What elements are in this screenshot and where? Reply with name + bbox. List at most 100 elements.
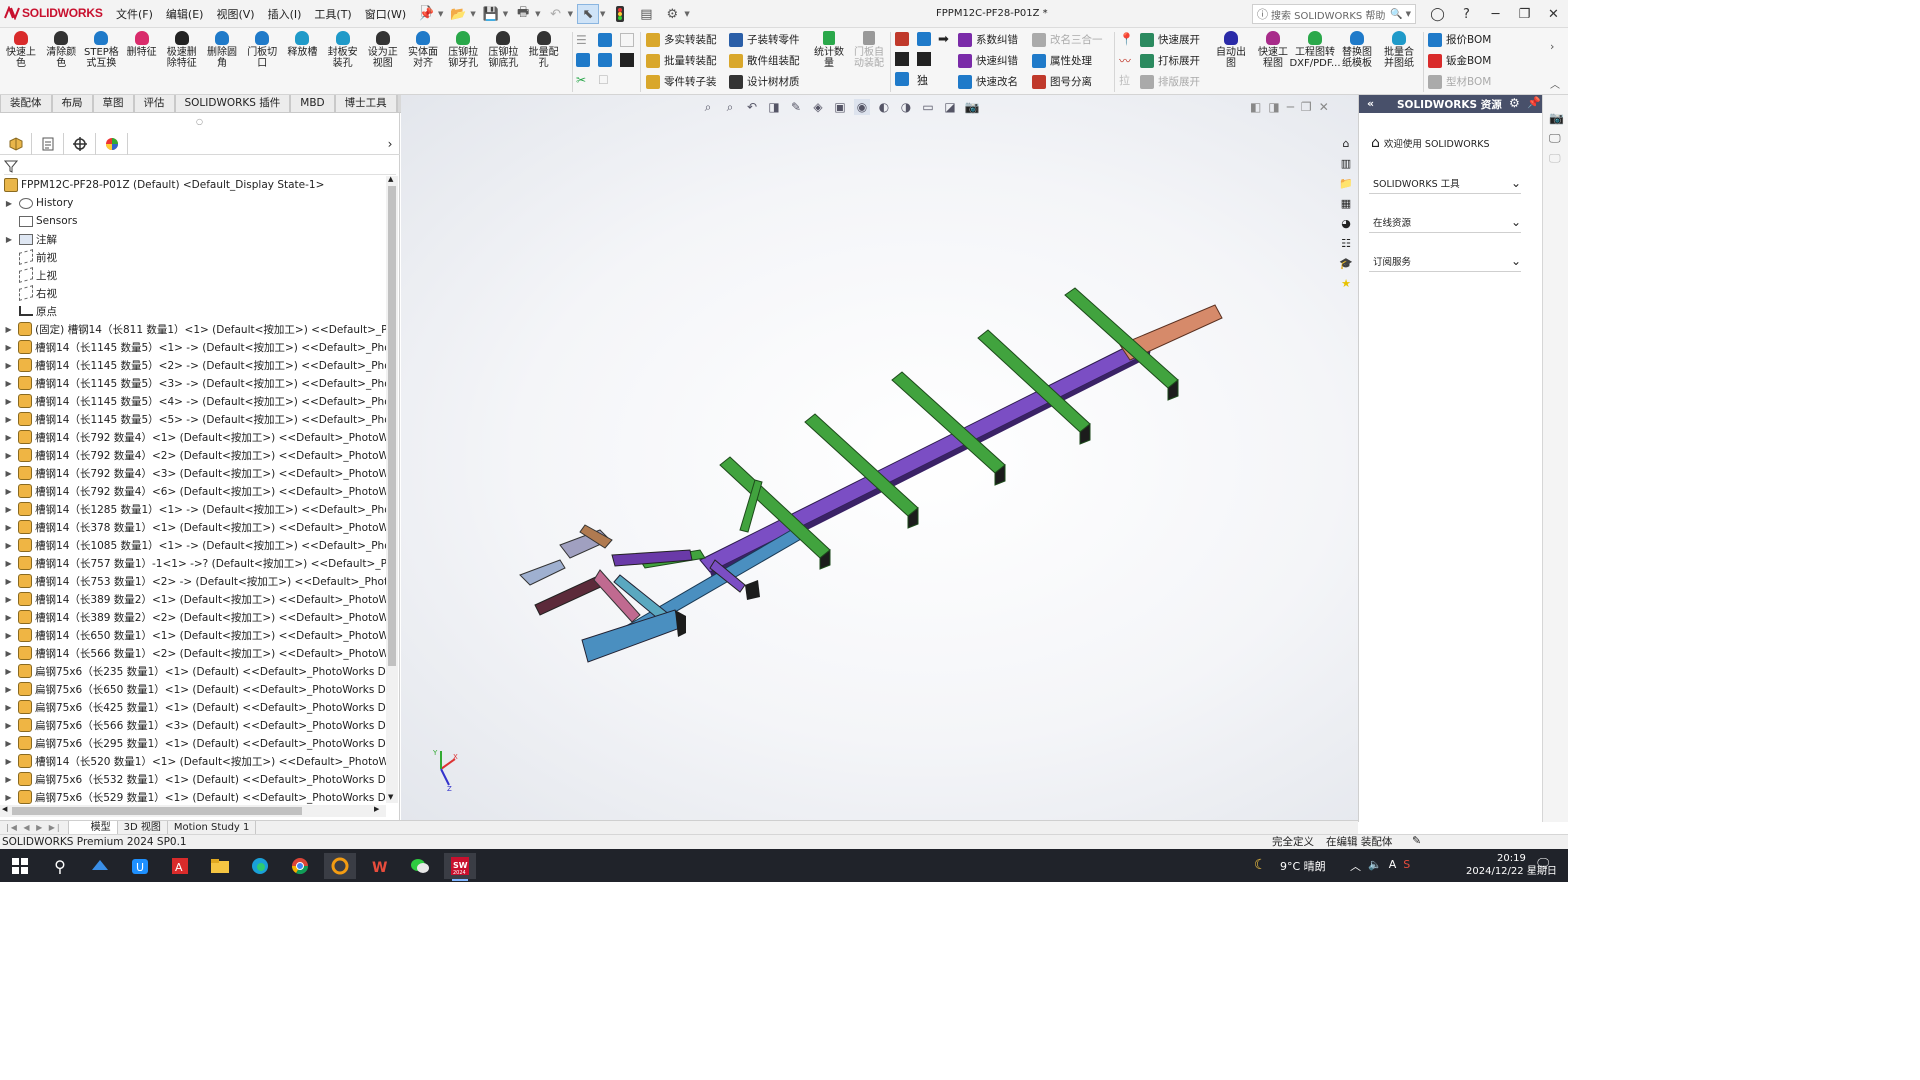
profile-bom-button[interactable]: 型材BOM (1428, 72, 1491, 91)
delete-feature-button[interactable]: 删特征 (123, 31, 161, 58)
zoom-to-area-icon[interactable]: ⌕ (722, 99, 738, 115)
fast-delete-button[interactable]: 极速删 除特征 (163, 31, 201, 69)
scissor-icon[interactable]: ✂ (576, 73, 590, 87)
minimize-button[interactable]: ─ (1481, 7, 1510, 22)
tree-root-assembly[interactable]: FPPM12C-PF28-P01Z (Default) <Default_Dis… (0, 176, 386, 194)
tree-node[interactable]: ▶ 扁钢75x6（长532 数量1）<1> (Default) <<Default… (0, 770, 386, 788)
view-palette-icon[interactable]: ▦ (1336, 195, 1356, 212)
tree-node[interactable]: ▶ 槽钢14（长792 数量4）<1> (Default<按加工>) <<Defa… (0, 428, 386, 446)
align-left-icon[interactable]: ☰ (576, 33, 590, 47)
red-tool-icon[interactable] (895, 32, 909, 46)
tree-node[interactable]: ▶ 扁钢75x6（长295 数量1）<1> (Default) <<Default… (0, 734, 386, 752)
save-dropdown-icon[interactable]: ▼ (503, 10, 508, 18)
expand-arrow-icon[interactable]: ▶ (4, 595, 13, 604)
auto-drawing-button[interactable]: 自动出图 (1212, 31, 1250, 69)
display-style-icon[interactable]: ▣ (832, 99, 848, 115)
assembly-model-3d[interactable] (401, 95, 1358, 822)
view-orientation-icon[interactable]: ◈ (810, 99, 826, 115)
frame-icon[interactable] (620, 33, 634, 47)
weather-moon-icon[interactable]: ☾ (1254, 857, 1267, 873)
drawing-split-button[interactable]: 图号分离 (1032, 72, 1092, 91)
property-button[interactable]: 属性处理 (1032, 51, 1092, 70)
quick-rename-button[interactable]: 快速改名 (958, 72, 1018, 91)
custom-properties-icon[interactable]: ☷ (1336, 235, 1356, 252)
export-icon[interactable] (917, 32, 931, 46)
expand-arrow-icon[interactable]: ▶ (4, 415, 13, 424)
pin-red-icon[interactable]: 📍 (1119, 32, 1134, 46)
tab-item[interactable]: 评估 (133, 95, 175, 113)
expand-arrow-icon[interactable]: ▶ (4, 631, 13, 640)
quote-bom-button[interactable]: 报价BOM (1428, 30, 1491, 49)
disabled-tool-icon[interactable]: ☐ (598, 73, 612, 87)
taskbar-search-icon[interactable]: ⚲ (44, 853, 76, 879)
view-settings-icon[interactable]: ▭ (920, 99, 936, 115)
menu-window[interactable]: 窗口(W) (365, 6, 406, 22)
collapse-pane-icon[interactable]: « (1367, 97, 1374, 110)
tree-node[interactable]: ▶ 槽钢14（长389 数量2）<1> (Default<按加工>) <<Defa… (0, 590, 386, 608)
tree-node[interactable]: ▶ 扁钢75x6（长529 数量1）<1> (Default) <<Default… (0, 788, 386, 806)
expand-arrow-icon[interactable]: ▶ (4, 199, 14, 208)
notification-icon[interactable]: 🗨 (1535, 857, 1552, 872)
expand-arrow-icon[interactable]: ▶ (4, 667, 13, 676)
count-button[interactable]: 统计数量 (810, 31, 848, 69)
tab-item[interactable]: 装配体 (0, 95, 52, 113)
batch-hole-button[interactable]: 批量配孔 (525, 31, 563, 69)
expand-arrow-icon[interactable]: ▶ (4, 361, 13, 370)
rivet-bottom-button[interactable]: 压铆拉 铆底孔 (484, 31, 522, 69)
file-properties-icon[interactable]: ▤ (635, 4, 657, 24)
tree-node[interactable]: ▶ 槽钢14（长792 数量4）<3> (Default<按加工>) <<Defa… (0, 464, 386, 482)
blue-tool-icon[interactable] (895, 72, 909, 86)
undo-dropdown-icon[interactable]: ▼ (568, 10, 573, 18)
edge-browser-icon[interactable] (244, 853, 276, 879)
single-char-icon[interactable]: 独 (917, 72, 931, 87)
wave-icon[interactable]: 〰 (1119, 52, 1133, 68)
menu-file[interactable]: 文件(F) (116, 6, 153, 22)
property-manager-tab-icon[interactable] (32, 132, 64, 155)
chrome-browser-icon[interactable] (284, 853, 316, 879)
ribbon-overflow-icon[interactable]: › (1550, 40, 1554, 53)
tree-node[interactable]: 前视 (0, 248, 386, 266)
tree-node[interactable]: 右视 (0, 284, 386, 302)
open-document-icon[interactable]: 📂 (447, 4, 469, 24)
configuration-manager-tab-icon[interactable] (64, 132, 96, 155)
tree-node[interactable]: ▶ 槽钢14（长1145 数量5）<3> -> (Default<按加工>) <<… (0, 374, 386, 392)
status-options-icon[interactable]: ✎ (1412, 834, 1421, 848)
part-subasm-button[interactable]: 零件转子装 (646, 72, 717, 91)
expand-arrow-icon[interactable]: ▶ (4, 721, 13, 730)
rename-3in1-button[interactable]: 改名三合一 (1032, 30, 1103, 49)
camera-icon[interactable]: 📷 (1549, 111, 1564, 125)
tree-node[interactable]: ▶ 槽钢14（长1145 数量5）<2> -> (Default<按加工>) <<… (0, 356, 386, 374)
solidworks-forum-icon[interactable]: ★ (1336, 275, 1356, 292)
tree-scroll-thumb[interactable] (388, 186, 396, 666)
arrow-right-icon[interactable]: ➡ (938, 32, 949, 47)
design-library-icon[interactable]: ▥ (1336, 155, 1356, 172)
pane-options-gear-icon[interactable]: ⚙ (1509, 96, 1520, 110)
tree-horizontal-scrollbar[interactable]: ◀ ▶ (0, 805, 386, 817)
quick-drawing-button[interactable]: 快速工 程图 (1254, 31, 1292, 69)
task-pane-section-solidworks[interactable]: SOLIDWORKS 工具 ⌄ (1369, 172, 1521, 194)
mark-unfold-button[interactable]: 打标展开 (1140, 51, 1200, 70)
help-search-input[interactable]: ⓘ 搜索 SOLIDWORKS 帮助 🔍 ▼ (1252, 4, 1416, 24)
monitor-icon[interactable]: 🖵 (1549, 131, 1561, 146)
tree-node[interactable]: ▶ 槽钢14（长566 数量1）<2> (Default<按加工>) <<Defa… (0, 644, 386, 662)
scroll-down-icon[interactable]: ▼ (388, 793, 393, 801)
front-frame-cluster[interactable] (519, 524, 760, 663)
wechat-app-icon[interactable] (404, 853, 436, 879)
graphics-area[interactable]: X Y Z (401, 95, 1358, 822)
normal-view-button[interactable]: 设为正 视图 (364, 31, 402, 69)
chevron-down-icon[interactable]: ⌄ (1511, 254, 1521, 268)
panel-expand-arrow-icon[interactable]: › (380, 137, 400, 151)
pane-pin-icon[interactable]: 📌 (1527, 96, 1541, 109)
print-icon[interactable]: 🖶 (512, 4, 534, 24)
subasm-part-button[interactable]: 子装转零件 (729, 30, 800, 49)
tree-node[interactable]: ▶ 扁钢75x6（长566 数量1）<3> (Default) <<Default… (0, 716, 386, 734)
door-cut-button[interactable]: 门板切口 (243, 31, 281, 69)
ribbon-collapse-icon[interactable]: ︿ (1550, 76, 1560, 91)
tree-node[interactable]: ▶ (固定) 槽钢14（长811 数量1）<1> (Default<按加工>) <… (0, 320, 386, 338)
expand-arrow-icon[interactable]: ▶ (4, 703, 13, 712)
tile-right-icon[interactable]: ◨ (1268, 100, 1279, 114)
cover-hole-button[interactable]: 封板安 装孔 (324, 31, 362, 69)
info-blue-icon[interactable] (598, 33, 612, 47)
rivet-thread-button[interactable]: 压铆拉 铆牙孔 (444, 31, 482, 69)
scroll-up-icon[interactable]: ▲ (388, 175, 393, 183)
